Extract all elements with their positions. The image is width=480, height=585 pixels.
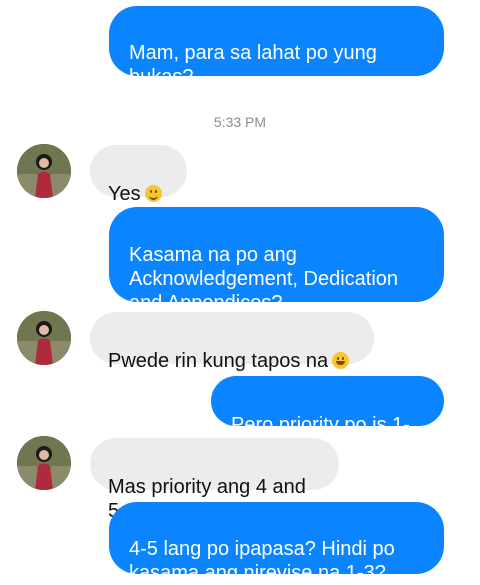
slightly-smiling-face-emoji-icon	[144, 185, 162, 202]
outgoing-message-bubble[interactable]: Mam, para sa lahat po yung bukas?	[109, 6, 444, 88]
contact-avatar[interactable]	[17, 144, 71, 198]
outgoing-message-bubble[interactable]: 4-5 lang po ipapasa? Hindi po kasama ang…	[109, 502, 444, 584]
message-text: Mam, para sa lahat po yung bukas?	[129, 42, 377, 88]
incoming-message-bubble[interactable]: Yes	[90, 145, 187, 205]
message-text: Kasama na po ang Acknowledgement, Dedica…	[129, 244, 399, 314]
outgoing-message-bubble[interactable]: Kasama na po ang Acknowledgement, Dedica…	[109, 207, 444, 314]
contact-photo-icon	[17, 144, 71, 198]
contact-photo-icon	[17, 311, 71, 365]
outgoing-message-bubble[interactable]: Pero priority po is 1-5?	[211, 376, 444, 460]
message-text: 4-5 lang po ipapasa? Hindi po kasama ang…	[129, 538, 395, 584]
message-timestamp: 5:33 PM	[213, 114, 267, 130]
contact-avatar[interactable]	[17, 311, 71, 365]
contact-photo-icon	[17, 436, 71, 490]
laughing-squinting-face-emoji-icon	[332, 352, 350, 369]
message-text: Pwede rin kung tapos na	[108, 350, 329, 372]
incoming-message-bubble[interactable]: Mas priority ang 4 and 5	[90, 438, 339, 522]
incoming-message-bubble[interactable]: Pwede rin kung tapos na	[90, 312, 374, 372]
contact-avatar[interactable]	[17, 436, 71, 490]
message-text: Yes	[108, 183, 141, 205]
